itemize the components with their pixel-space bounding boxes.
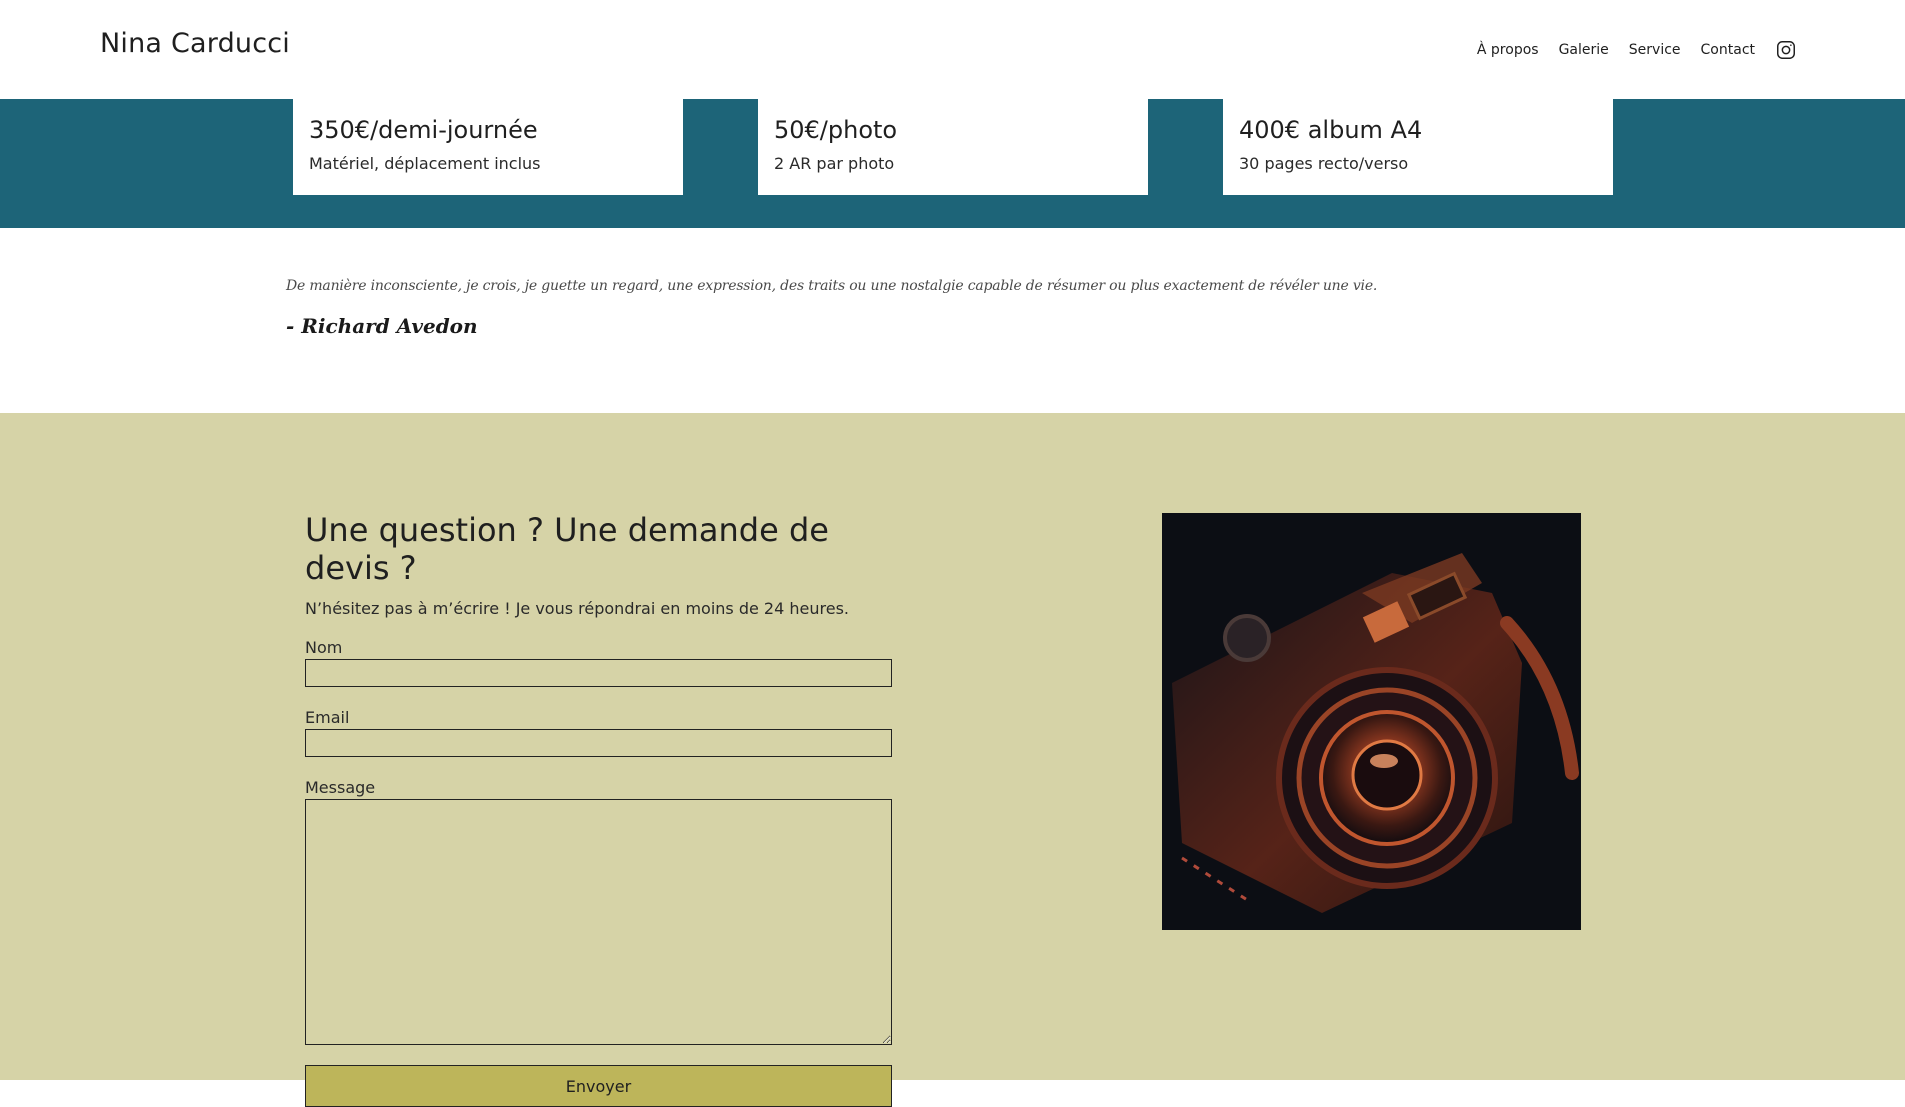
price-card: 350€/demi-journée Matériel, déplacement …	[293, 99, 683, 195]
price-title: 350€/demi-journée	[309, 116, 538, 144]
pricing-band: 350€/demi-journée Matériel, déplacement …	[0, 99, 1905, 228]
nav-item-a-propos[interactable]: À propos	[1477, 42, 1539, 58]
camera-photo	[1162, 513, 1581, 930]
contact-subtitle: N’hésitez pas à m’écrire ! Je vous répon…	[305, 599, 849, 618]
contact-form: Une question ? Une demande de devis ? N’…	[305, 511, 905, 1107]
email-label: Email	[305, 708, 350, 727]
brand-name[interactable]: Nina Carducci	[100, 28, 290, 59]
submit-button[interactable]: Envoyer	[305, 1065, 892, 1107]
quote-text: De manière inconsciente, je crois, je gu…	[286, 278, 1378, 294]
price-description: 30 pages recto/verso	[1239, 154, 1409, 173]
camera-illustration	[1162, 513, 1581, 930]
price-description: Matériel, déplacement inclus	[309, 154, 541, 173]
quote-author: - Richard Avedon	[286, 314, 478, 338]
price-title: 50€/photo	[774, 116, 898, 144]
price-description: 2 AR par photo	[774, 154, 895, 173]
main-nav: À propos Galerie Service Contact	[1477, 39, 1797, 61]
message-label: Message	[305, 778, 376, 797]
price-card: 400€ album A4 30 pages recto/verso	[1223, 99, 1613, 195]
contact-section: Une question ? Une demande de devis ? N’…	[0, 413, 1905, 1107]
email-field[interactable]	[305, 729, 892, 757]
site-header: Nina Carducci À propos Galerie Service C…	[0, 0, 1905, 99]
name-label: Nom	[305, 638, 343, 657]
contact-title: Une question ? Une demande de devis ?	[305, 511, 829, 587]
nav-item-service[interactable]: Service	[1629, 42, 1681, 58]
price-card: 50€/photo 2 AR par photo	[758, 99, 1148, 195]
nav-item-galerie[interactable]: Galerie	[1559, 42, 1609, 58]
instagram-icon[interactable]	[1775, 39, 1797, 61]
price-title: 400€ album A4	[1239, 116, 1423, 144]
quote-section: De manière inconsciente, je crois, je gu…	[286, 278, 1636, 338]
message-field[interactable]	[305, 799, 892, 1045]
nav-item-contact[interactable]: Contact	[1701, 42, 1755, 58]
name-field[interactable]	[305, 659, 892, 687]
